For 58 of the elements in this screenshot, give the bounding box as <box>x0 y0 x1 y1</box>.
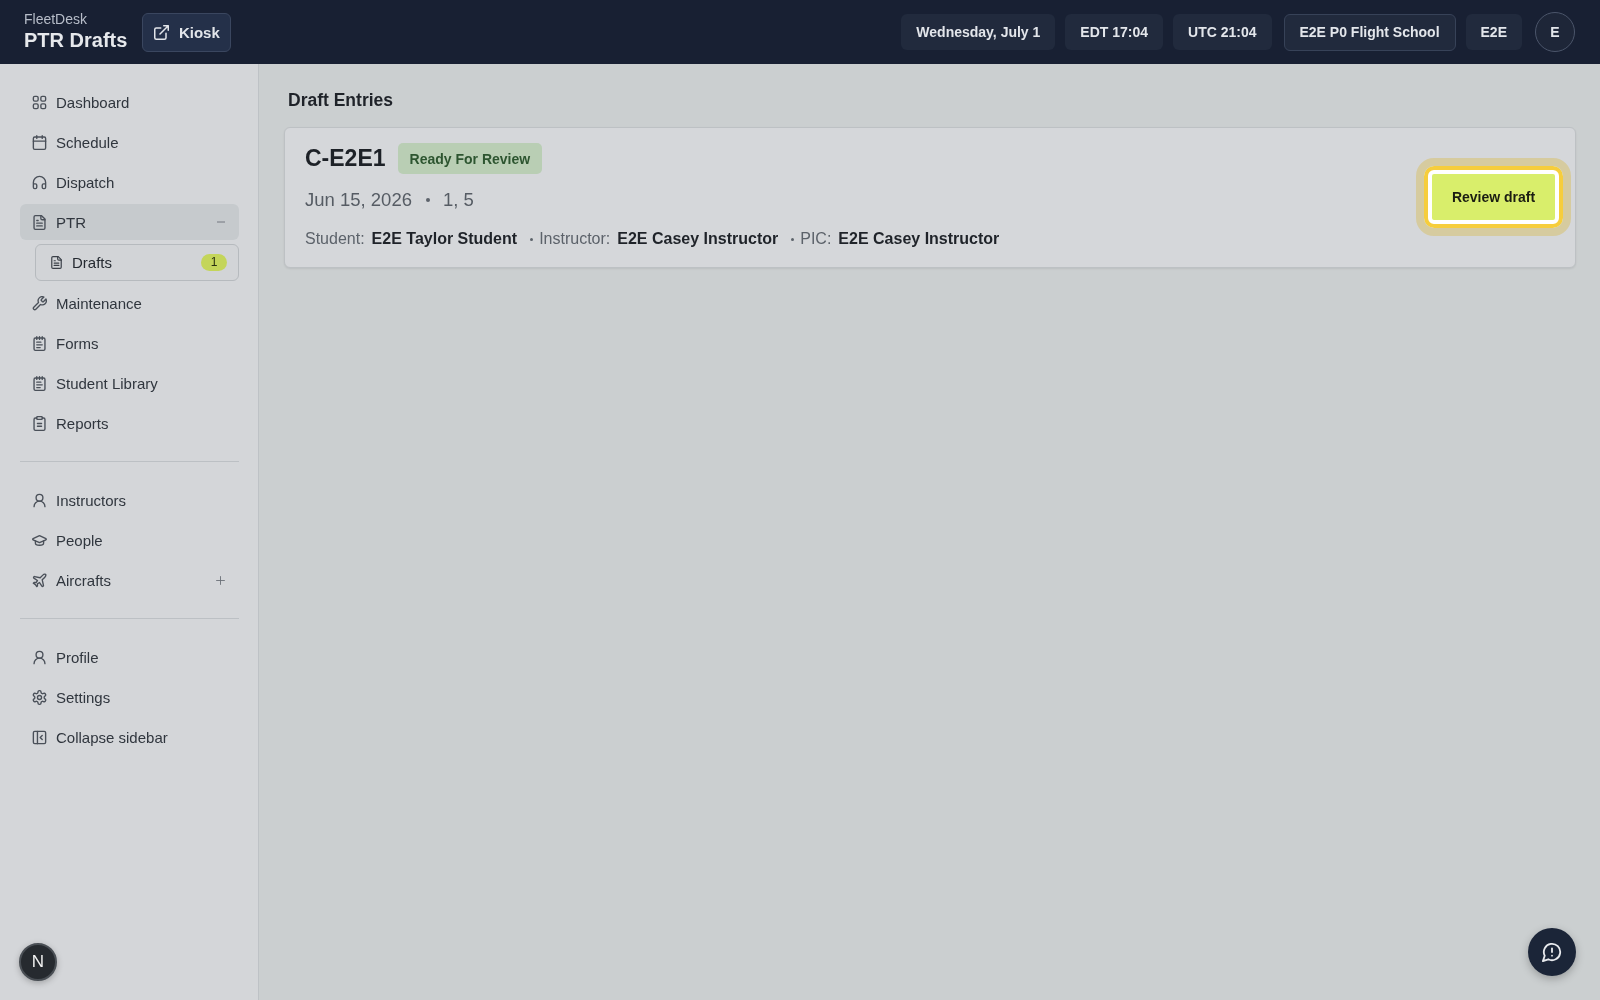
field-label: PIC: <box>800 230 832 248</box>
airplane-icon <box>32 572 47 588</box>
chat-bubble-icon <box>1542 942 1562 962</box>
sidebar-item[interactable]: Dashboard <box>20 84 239 120</box>
field-label: Instructor: <box>539 230 611 248</box>
sidebar-item[interactable]: Dispatch <box>20 164 239 200</box>
field-label: Student: <box>305 230 365 248</box>
dot-icon <box>426 198 430 202</box>
headphones-icon <box>32 174 47 190</box>
entry-date: Jun 15, 2026 <box>305 189 412 211</box>
chat-button[interactable] <box>1528 928 1576 976</box>
external-link-icon <box>153 24 169 40</box>
settings-icon <box>32 689 47 705</box>
document-icon <box>32 214 47 230</box>
count-badge: 1 <box>201 254 227 271</box>
field-value: E2E Casey Instructor <box>838 230 1000 248</box>
sidebar-item[interactable]: Schedule <box>20 124 239 160</box>
sidebar-item[interactable]: Forms <box>20 325 239 361</box>
sidebar-item[interactable]: Student Library <box>20 365 239 401</box>
sidebar-item[interactable]: Settings <box>20 679 239 715</box>
sidebar-item[interactable]: Maintenance <box>20 285 239 321</box>
sidebar-item[interactable]: PTR <box>20 204 239 240</box>
sidebar-subitem[interactable]: Drafts 1 <box>35 244 239 281</box>
field-value: E2E Casey Instructor <box>617 230 779 248</box>
sidebar-item[interactable]: Collapse sidebar <box>20 719 239 755</box>
calendar-icon <box>32 134 47 150</box>
header-chip: EDT 17:04 <box>1065 14 1164 50</box>
field-value: E2E Taylor Student <box>371 230 518 248</box>
dot-icon <box>530 237 534 241</box>
sidebar-item[interactable]: People <box>20 522 239 558</box>
sidebar-item[interactable]: Profile <box>20 639 239 675</box>
user-icon <box>32 649 47 665</box>
entry-detail: 1, 5 <box>443 189 474 211</box>
graduation-cap-icon <box>32 532 47 548</box>
page-title: PTR Drafts <box>24 28 128 53</box>
sidebar-item[interactable]: Reports <box>20 405 239 441</box>
dot-icon <box>791 237 795 241</box>
sidebar-item[interactable]: Aircrafts <box>20 562 239 598</box>
wrench-icon <box>32 295 47 311</box>
status-badge: Ready For Review <box>397 143 543 174</box>
header-chip: E2E <box>1465 14 1522 50</box>
collapse-panel-icon <box>32 729 47 745</box>
app-name: FleetDesk <box>24 11 88 28</box>
grid-icon <box>32 94 47 110</box>
section-title: Draft Entries <box>288 89 395 111</box>
notepad-icon <box>32 335 47 351</box>
school-button[interactable]: E2E P0 Flight School <box>1283 13 1456 51</box>
notepad-icon <box>32 375 47 391</box>
avatar-button[interactable]: E <box>1535 12 1575 52</box>
aircraft-registration: C-E2E1 <box>305 145 386 172</box>
kiosk-button[interactable]: Kiosk <box>142 12 232 52</box>
clipboard-icon <box>32 415 47 431</box>
header-chip: Wednesday, July 1 <box>901 14 1056 50</box>
sidebar-item[interactable]: Instructors <box>20 482 239 518</box>
document-icon <box>50 256 63 269</box>
review-draft-button[interactable]: Review draft <box>1416 157 1571 236</box>
user-icon <box>32 492 47 508</box>
header-chip: UTC 21:04 <box>1173 14 1272 50</box>
